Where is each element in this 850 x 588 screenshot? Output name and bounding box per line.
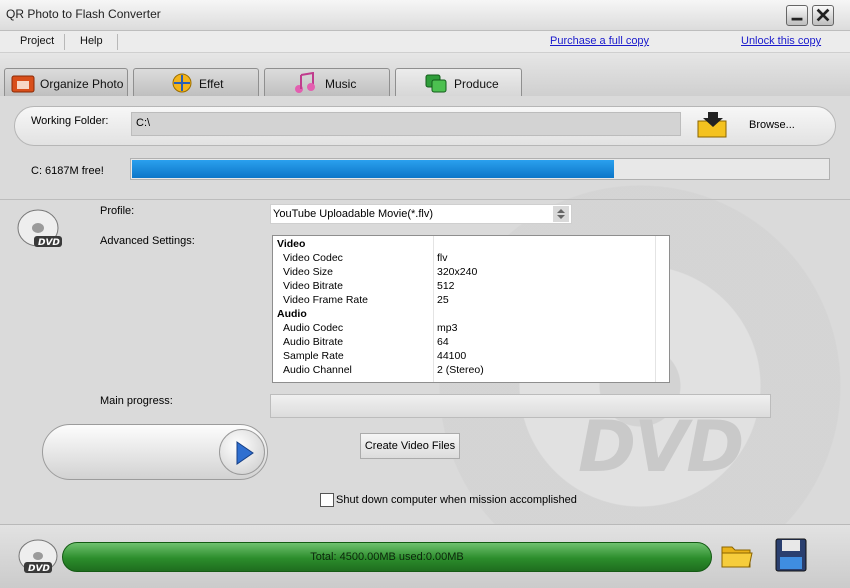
disc-capacity-label: Total: 4500.00MB used:0.00MB: [310, 551, 464, 563]
grid-row[interactable]: Video Bitrate 512: [273, 279, 669, 293]
produce-panel: DVD Working Folder: C:\ Browse... C: 618…: [0, 96, 850, 524]
play-button[interactable]: [219, 429, 265, 475]
main-progress-bar: [270, 394, 771, 418]
close-icon: [816, 8, 830, 22]
setting-key: Video Frame Rate: [283, 294, 369, 306]
tab-produce[interactable]: Produce: [395, 68, 522, 97]
disk-free-label: C: 6187M free!: [31, 165, 104, 177]
unlock-link[interactable]: Unlock this copy: [741, 35, 821, 47]
photo-icon: [11, 75, 35, 93]
profile-select[interactable]: YouTube Uploadable Movie(*.flv): [270, 204, 572, 224]
tab-music[interactable]: Music: [264, 68, 390, 96]
play-icon: [236, 441, 254, 465]
setting-value: flv: [437, 252, 448, 264]
produce-icon: [425, 74, 447, 93]
setting-value: 64: [437, 336, 449, 348]
menu-help[interactable]: Help: [80, 35, 103, 47]
create-video-files-button[interactable]: Create Video Files: [360, 433, 460, 459]
shutdown-checkbox[interactable]: [320, 493, 334, 507]
setting-key: Audio Codec: [283, 322, 344, 334]
profile-label: Profile:: [100, 205, 135, 217]
tab-label: Effet: [199, 77, 224, 91]
tab-label: Organize Photo: [40, 77, 124, 91]
section-divider: [0, 199, 850, 200]
working-folder-label: Working Folder:: [31, 115, 109, 127]
menu-separator: [117, 34, 118, 50]
setting-key: Audio Bitrate: [283, 336, 344, 348]
setting-value: mp3: [437, 322, 458, 334]
grid-group-video: Video: [273, 237, 669, 251]
setting-value: 25: [437, 294, 449, 306]
disk-usage-fill: [132, 160, 614, 178]
tab-label: Music: [325, 77, 357, 91]
setting-value: 2 (Stereo): [437, 364, 484, 376]
profile-value: YouTube Uploadable Movie(*.flv): [273, 208, 433, 220]
group-name: Video: [277, 238, 306, 250]
setting-value: 320x240: [437, 266, 478, 278]
tab-strip: Organize Photo Effet Music Produce: [0, 53, 850, 97]
background-dvd-logo: DVD: [578, 406, 744, 488]
grid-row[interactable]: Sample Rate 44100: [273, 349, 669, 363]
setting-value: 44100: [437, 350, 467, 362]
tab-effet[interactable]: Effet: [133, 68, 259, 96]
start-conversion-control: [42, 424, 268, 480]
spinner-arrows-icon[interactable]: [553, 206, 569, 222]
working-folder-panel: Working Folder: C:\ Browse...: [14, 106, 836, 146]
setting-key: Audio Channel: [283, 364, 352, 376]
main-progress-label: Main progress:: [100, 395, 173, 407]
grid-row[interactable]: Video Frame Rate 25: [273, 293, 669, 307]
advanced-settings-grid[interactable]: Video Video Codec flv Video Size 320x240…: [272, 235, 670, 383]
setting-key: Video Codec: [283, 252, 343, 264]
grid-row[interactable]: Video Codec flv: [273, 251, 669, 265]
svg-text:DVD: DVD: [28, 564, 50, 574]
effect-icon: [172, 73, 192, 93]
title-bar: QR Photo to Flash Converter: [0, 0, 850, 31]
tab-organize-photo[interactable]: Organize Photo: [4, 68, 128, 96]
working-folder-field[interactable]: C:\: [131, 112, 681, 136]
dvd-disc-icon: DVD: [18, 539, 58, 574]
purchase-link[interactable]: Purchase a full copy: [550, 35, 649, 47]
browse-folder-icon[interactable]: [696, 111, 730, 139]
capacity-bar-area: DVD Total: 4500.00MB used:0.00MB: [0, 524, 850, 588]
group-name: Audio: [277, 308, 307, 320]
disk-usage-bar: [130, 158, 830, 180]
browse-button[interactable]: Browse...: [749, 119, 795, 131]
dvd-disc-icon: DVD: [17, 209, 62, 248]
grid-row[interactable]: Audio Codec mp3: [273, 321, 669, 335]
open-folder-icon[interactable]: [720, 539, 754, 571]
menu-separator: [64, 34, 65, 50]
menu-project[interactable]: Project: [20, 35, 54, 47]
music-note-icon: [295, 72, 315, 93]
svg-text:DVD: DVD: [38, 238, 60, 248]
disc-capacity-bar: Total: 4500.00MB used:0.00MB: [62, 542, 712, 572]
setting-key: Video Size: [283, 266, 334, 278]
minimize-button[interactable]: [786, 5, 808, 26]
save-icon[interactable]: [774, 537, 808, 573]
minimize-icon: [791, 17, 803, 21]
grid-row[interactable]: Audio Bitrate 64: [273, 335, 669, 349]
menu-bar: Project Help Purchase a full copy Unlock…: [0, 31, 850, 53]
tab-label: Produce: [454, 77, 499, 91]
advanced-settings-label: Advanced Settings:: [100, 235, 195, 247]
grid-row[interactable]: Audio Channel 2 (Stereo): [273, 363, 669, 377]
window-title: QR Photo to Flash Converter: [6, 7, 161, 21]
grid-group-audio: Audio: [273, 307, 669, 321]
grid-row[interactable]: Video Size 320x240: [273, 265, 669, 279]
close-button[interactable]: [812, 5, 834, 26]
setting-value: 512: [437, 280, 455, 292]
setting-key: Video Bitrate: [283, 280, 343, 292]
setting-key: Sample Rate: [283, 350, 344, 362]
shutdown-label: Shut down computer when mission accompli…: [336, 494, 577, 506]
